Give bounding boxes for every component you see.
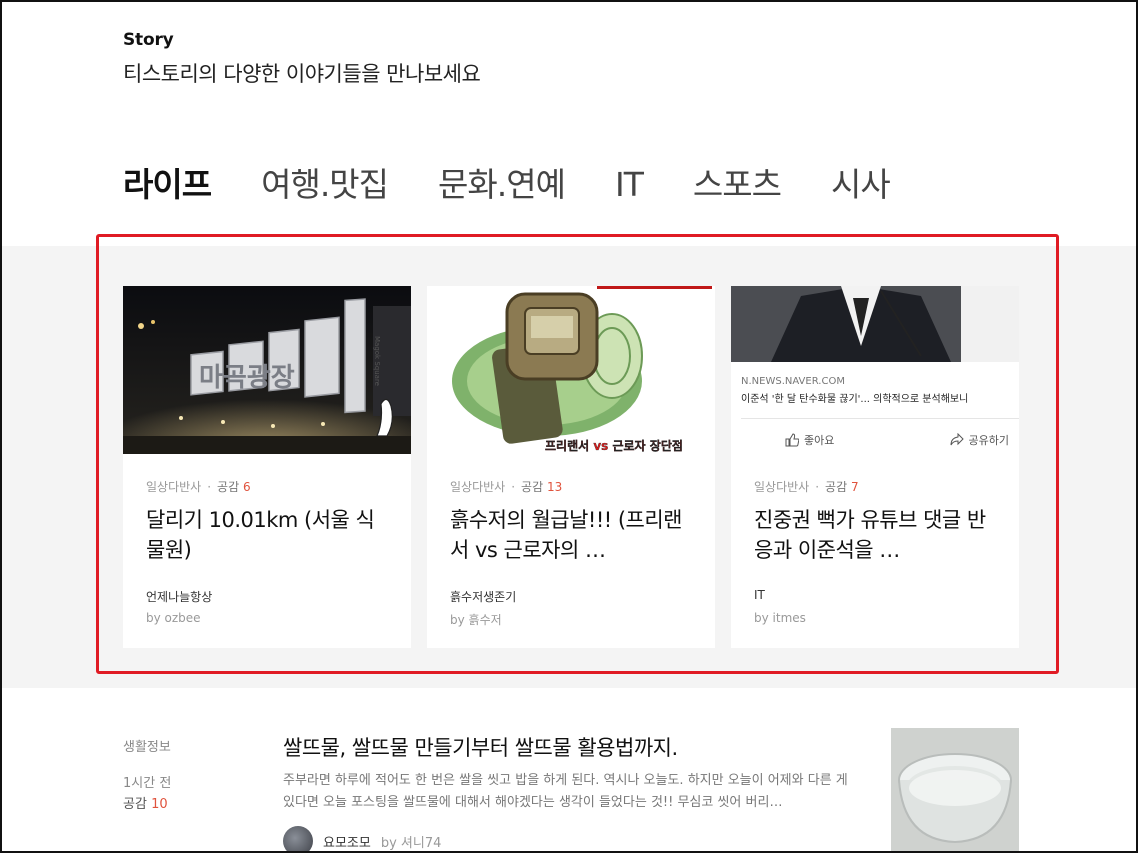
preview-like-button[interactable]: 좋아요 (785, 432, 834, 448)
list-item-summary[interactable]: 주부라면 하루에 적어도 한 번은 쌀을 씻고 밥을 하게 된다. 역시나 오늘… (283, 770, 858, 814)
card-title[interactable]: 달리기 10.01km (서울 식물원) (146, 505, 391, 565)
preview-divider (741, 418, 1019, 419)
likes-count: 7 (850, 480, 859, 494)
card-category[interactable]: 일상다반사 (754, 480, 809, 494)
card-thumbnail: 프리랜서 vs 근로자 장단점 (427, 286, 715, 454)
meta-separator: · (207, 480, 212, 494)
card-meta: 일상다반사 · 공감 13 흙수저의 월급날!!! (프리랜서 vs 근로자의 … (450, 478, 695, 565)
preview-title: 이준석 '한 달 탄수화물 끊기'... 의학적으로 분석해보니 (741, 394, 969, 405)
list-item-author-name: by 셔니74 (380, 835, 442, 851)
likes-label: 공감 (825, 480, 848, 494)
list-item-blog-name[interactable]: 요모조모 (323, 832, 371, 851)
likes-count: 6 (242, 480, 251, 494)
sign-small-text: Magok Square (373, 336, 381, 386)
tab-it[interactable]: IT (615, 160, 644, 210)
meta-separator: · (815, 480, 820, 494)
card-blog-name[interactable]: IT (754, 588, 765, 602)
tab-travel-food[interactable]: 여행.맛집 (261, 160, 389, 210)
list-item-author[interactable]: 요모조모 by 셔니74 (283, 826, 441, 853)
likes-label: 공감 (217, 480, 240, 494)
likes-label: 공감 (521, 480, 544, 494)
share-label: 공유하기 (968, 434, 1009, 447)
preview-domain: N.NEWS.NAVER.COM (741, 376, 845, 387)
page-header: Story 티스토리의 다양한 이야기들을 만나보세요 (123, 30, 481, 88)
tab-current-affairs[interactable]: 시사 (831, 160, 891, 210)
brand-title[interactable]: Story (123, 30, 480, 50)
list-item-title[interactable]: 쌀뜨물, 쌀뜨물 만들기부터 쌀뜨물 활용법까지. (283, 732, 678, 762)
tab-life[interactable]: 라이프 (123, 160, 212, 210)
meta-separator: · (511, 480, 516, 494)
card-meta: 일상다반사 · 공감 7 진중권 뻑가 유튜브 댓글 반응과 이준석을 … (754, 478, 999, 565)
likes-count: 13 (546, 480, 563, 494)
card-title[interactable]: 흙수저의 월급날!!! (프리랜서 vs 근로자의 … (450, 505, 695, 565)
card-author[interactable]: by 흙수저 (450, 611, 502, 628)
card-category[interactable]: 일상다반사 (450, 480, 505, 494)
link-preview[interactable]: N.NEWS.NAVER.COM 이준석 '한 달 탄수화물 끊기'... 의학… (731, 286, 1019, 454)
rice-water-bowl-image (891, 728, 1019, 853)
sign-hangul-text: 마곡광장 (199, 363, 295, 393)
featured-cards: 마곡광장 Magok Square 일상다반사 · 공감 6 달리기 10.01km… (123, 286, 1019, 648)
story-card[interactable]: N.NEWS.NAVER.COM 이준석 '한 달 탄수화물 끊기'... 의학… (731, 286, 1019, 648)
card-author[interactable]: by itmes (754, 611, 806, 625)
card-blog-name[interactable]: 언제나늘항상 (146, 588, 212, 605)
preview-image (731, 286, 1019, 362)
list-item-time: 1시간 전 (123, 776, 172, 791)
likes-label: 공감 (123, 797, 147, 812)
card-thumbnail: 마곡광장 Magok Square (123, 286, 411, 454)
list-item-category[interactable]: 생활정보 (123, 736, 171, 755)
story-card[interactable]: 프리랜서 vs 근로자 장단점 일상다반사 · 공감 13 흙수저의 월급날!!! … (427, 286, 715, 648)
story-card[interactable]: 마곡광장 Magok Square 일상다반사 · 공감 6 달리기 10.01km… (123, 286, 411, 648)
avatar[interactable] (283, 826, 313, 853)
card-author[interactable]: by ozbee (146, 611, 201, 625)
list-item-likes: 공감 10 (123, 793, 168, 812)
card-title[interactable]: 진중권 뻑가 유튜브 댓글 반응과 이준석을 … (754, 505, 999, 565)
like-label: 좋아요 (804, 434, 835, 447)
share-icon (950, 433, 964, 446)
night-square-sign-image: 마곡광장 Magok Square (123, 286, 411, 454)
thumbs-up-icon (785, 433, 799, 447)
category-tabs: 라이프 여행.맛집 문화.연예 IT 스포츠 시사 (123, 160, 940, 210)
image-caption-text: 프리랜서 vs 근로자 장단점 (545, 438, 683, 453)
tab-culture-entertainment[interactable]: 문화.연예 (438, 160, 566, 210)
card-category[interactable]: 일상다반사 (146, 480, 201, 494)
card-meta: 일상다반사 · 공감 6 달리기 10.01km (서울 식물원) (146, 478, 391, 565)
likes-count: 10 (151, 797, 168, 812)
page-tagline: 티스토리의 다양한 이야기들을 만나보세요 (123, 62, 481, 86)
watch-on-money-image: 프리랜서 vs 근로자 장단점 (427, 286, 715, 454)
list-item-thumbnail[interactable] (891, 728, 1019, 853)
card-blog-name[interactable]: 흙수저생존기 (450, 588, 516, 605)
tab-sports[interactable]: 스포츠 (693, 160, 782, 210)
preview-share-button[interactable]: 공유하기 (950, 432, 1009, 448)
